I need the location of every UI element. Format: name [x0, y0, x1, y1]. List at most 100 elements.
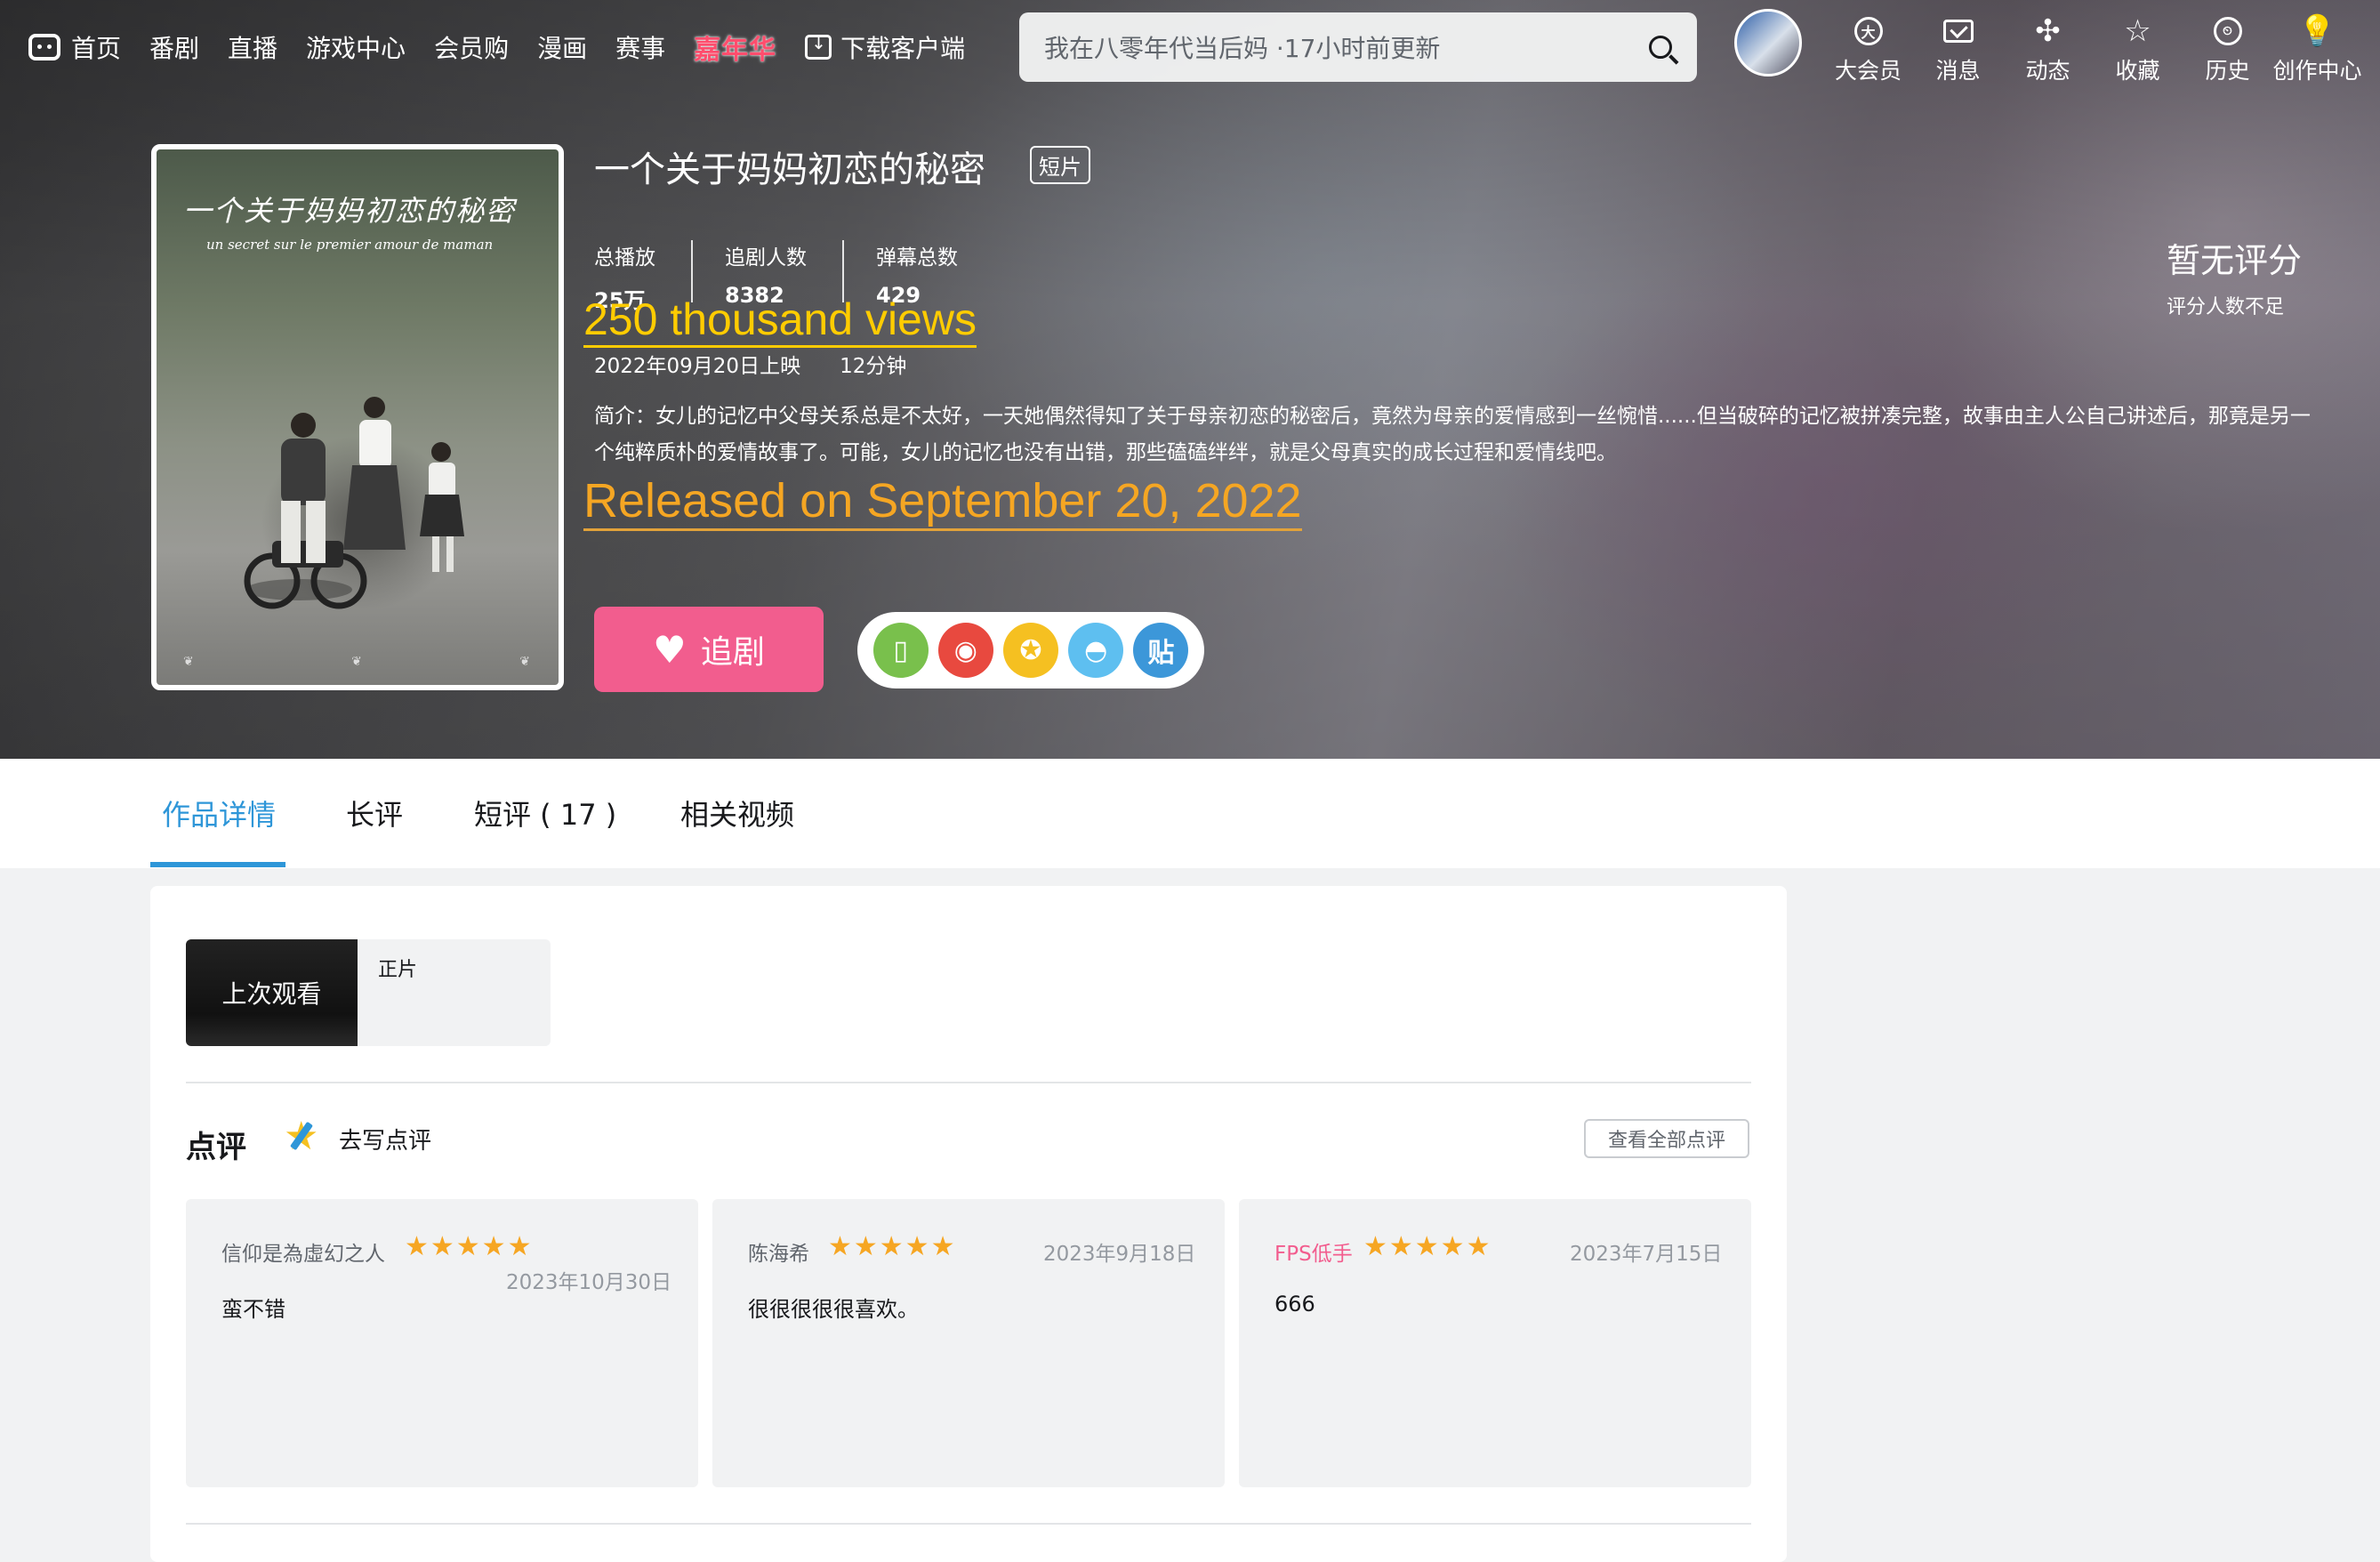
weibo-icon[interactable]: ◉ — [937, 623, 993, 678]
nav-download-client[interactable]: 下载客户端 — [805, 29, 965, 65]
review-user[interactable]: 陈海希 — [748, 1236, 809, 1267]
menu-history-label: 历史 — [2205, 58, 2250, 84]
rating-note: 评分人数不足 — [2167, 296, 2285, 318]
review-date: 2023年7月15日 — [1570, 1243, 1723, 1266]
write-review-button[interactable]: 去写点评 — [284, 1114, 432, 1159]
nav-esports[interactable]: 赛事 — [615, 29, 665, 65]
review-text: 蛮不错 — [221, 1297, 285, 1322]
search-input[interactable]: 我在八零年代当后妈 ·17小时前更新 — [1044, 29, 1649, 65]
menu-vip[interactable]: 大 大会员 — [1823, 12, 1913, 85]
nav-shop[interactable]: 会员购 — [434, 29, 509, 65]
menu-favorite[interactable]: ☆ 收藏 — [2093, 12, 2183, 85]
page-title: 一个关于妈妈初恋的秘密 — [594, 149, 985, 190]
avatar[interactable] — [1734, 9, 1802, 76]
dynamic-icon: ✣ — [2035, 13, 2061, 49]
release-info: 2022年09月20日上映 12分钟 — [594, 349, 906, 379]
episode-name: 正片 — [378, 959, 418, 981]
nav-manga[interactable]: 漫画 — [537, 29, 587, 65]
review-text: 666 — [1274, 1292, 1315, 1316]
star-rating: ★★★★★ — [1363, 1231, 1492, 1262]
menu-history[interactable]: ⏲ 历史 — [2183, 12, 2272, 85]
tab-related-videos[interactable]: 相关视频 — [680, 793, 794, 833]
laurel-icon: ❦ — [519, 655, 530, 669]
poster-laurels: ❦ ❦ ❦ — [183, 655, 530, 669]
top-nav: 首页 番剧 直播 游戏中心 会员购 漫画 赛事 嘉年华 下载客户端 — [28, 25, 993, 69]
rating-box: 暂无评分 评分人数不足 — [2167, 233, 2302, 319]
download-icon — [805, 32, 832, 60]
hero-banner: 首页 番剧 直播 游戏中心 会员购 漫画 赛事 嘉年华 下载客户端 我在八零年代… — [0, 0, 2380, 759]
menu-message-label: 消息 — [1935, 58, 1981, 84]
review-card[interactable]: 陈海希 ★★★★★ 2023年9月18日 很很很很很喜欢。 — [712, 1199, 1225, 1487]
phone-icon[interactable]: ▯ — [872, 623, 929, 678]
stat-label: 弹幕总数 — [876, 246, 958, 270]
stat-danmaku: 弹幕总数 429 — [876, 240, 993, 308]
rating-score: 暂无评分 — [2167, 241, 2303, 280]
star-rating: ★★★★★ — [405, 1231, 534, 1262]
menu-message[interactable]: 消息 — [1913, 12, 2003, 85]
qzone-icon[interactable]: ✪ — [1002, 623, 1058, 678]
tab-details[interactable]: 作品详情 — [162, 793, 276, 833]
tieba-icon[interactable]: 贴 — [1133, 623, 1189, 678]
stat-label: 总播放 — [594, 246, 655, 270]
nav-live[interactable]: 直播 — [228, 29, 277, 65]
menu-creator[interactable]: 💡 创作中心 — [2272, 12, 2362, 85]
poster-title-cn: 一个关于妈妈初恋的秘密 — [183, 194, 517, 228]
review-user[interactable]: 信仰是為虛幻之人 — [221, 1236, 385, 1267]
active-tab-indicator — [150, 862, 285, 867]
content-card: 上次观看 正片 点评 去写点评 查看全部点评 信仰是為虛幻之人 ★★★★★ 20… — [150, 886, 1787, 1562]
menu-creator-label: 创作中心 — [2272, 58, 2362, 84]
review-section-title: 点评 — [186, 1130, 246, 1165]
release-date: 2022年09月20日上映 — [594, 355, 801, 378]
laurel-icon: ❦ — [351, 655, 362, 669]
nav-home-label: 首页 — [71, 34, 122, 63]
last-watched-label: 上次观看 — [221, 979, 322, 1009]
menu-dynamic[interactable]: ✣ 动态 — [2003, 12, 2093, 85]
poster-scene-image — [244, 397, 464, 609]
nav-game-center[interactable]: 游戏中心 — [306, 29, 406, 65]
write-review-label: 去写点评 — [339, 1127, 432, 1155]
review-user[interactable]: FPS低手 — [1274, 1236, 1353, 1267]
favorite-icon: ☆ — [2124, 13, 2151, 49]
creator-icon: 💡 — [2298, 13, 2336, 49]
episode-thumbnail[interactable]: 上次观看 — [186, 939, 358, 1046]
divider — [186, 1082, 1751, 1083]
write-review-icon — [284, 1114, 323, 1159]
nav-home[interactable]: 首页 — [28, 29, 121, 65]
episode-item[interactable]: 上次观看 正片 — [186, 939, 551, 1046]
stat-label: 追剧人数 — [725, 246, 807, 270]
search-bar[interactable]: 我在八零年代当后妈 ·17小时前更新 — [1019, 12, 1697, 82]
annotation-released: Released on September 20, 2022 — [583, 477, 1302, 531]
type-badge: 短片 — [1030, 146, 1090, 184]
search-icon[interactable] — [1649, 36, 1672, 59]
stat-total-plays: 总播放 25万 — [594, 240, 693, 313]
tab-bar: 作品详情 长评 短评 ( 17 ) 相关视频 — [0, 759, 2380, 868]
annotation-views: 250 thousand views — [583, 297, 977, 348]
review-date: 2023年9月18日 — [1043, 1243, 1196, 1266]
poster-title-fr: un secret sur le premier amour de maman — [206, 237, 494, 253]
qq-icon[interactable]: ◓ — [1068, 623, 1124, 678]
divider — [186, 1523, 1751, 1525]
review-card[interactable]: 信仰是為虛幻之人 ★★★★★ 2023年10月30日 蛮不错 — [186, 1199, 698, 1487]
user-menu: 大 大会员 消息 ✣ 动态 ☆ 收藏 ⏲ 历史 💡 创作中心 — [1823, 12, 2362, 85]
nav-anime[interactable]: 番剧 — [149, 29, 199, 65]
bilibili-tv-icon — [28, 34, 60, 60]
vip-icon: 大 — [1853, 12, 1883, 50]
heart-icon: ♥ — [653, 627, 687, 672]
laurel-icon: ❦ — [183, 655, 194, 669]
menu-vip-label: 大会员 — [1834, 58, 1902, 84]
menu-dynamic-label: 动态 — [2025, 58, 2070, 84]
star-rating: ★★★★★ — [828, 1231, 957, 1262]
follow-button[interactable]: ♥ 追剧 — [594, 607, 824, 692]
view-all-reviews-button[interactable]: 查看全部点评 — [1584, 1119, 1749, 1158]
menu-favorite-label: 收藏 — [2115, 58, 2160, 84]
review-card[interactable]: FPS低手 ★★★★★ 2023年7月15日 666 — [1239, 1199, 1751, 1487]
history-icon: ⏲ — [2213, 12, 2242, 50]
nav-carnival[interactable]: 嘉年华 — [694, 28, 776, 67]
share-bar: ▯ ◉ ✪ ◓ 贴 — [857, 612, 1204, 688]
message-icon — [1942, 12, 1974, 50]
tab-long-review[interactable]: 长评 — [346, 793, 403, 833]
description: 简介：女儿的记忆中父母关系总是不太好，一天她偶然得知了关于母亲初恋的秘密后，竟然… — [594, 405, 2311, 464]
review-date: 2023年10月30日 — [506, 1271, 672, 1294]
tab-short-review[interactable]: 短评 ( 17 ) — [474, 793, 616, 833]
review-text: 很很很很很喜欢。 — [748, 1297, 919, 1322]
